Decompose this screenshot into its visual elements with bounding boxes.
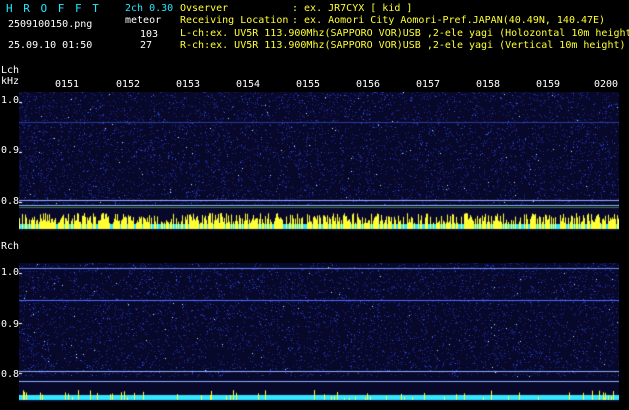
lch-freq-tick: 0.9 xyxy=(1,145,20,156)
lch-label: Lch xyxy=(1,65,20,76)
rch-freq-tick: 0.9 xyxy=(1,319,20,330)
rch-receiver-info: R-ch:ex. UV5R 113.900Mhz(SAPPORO VOR)USB… xyxy=(180,40,626,51)
time-tick-label: 0155 xyxy=(296,79,321,90)
lch-freq-tick: 1.0 xyxy=(1,95,20,106)
rch-freq-tick: 0.8 xyxy=(1,369,20,380)
rch-spectrogram xyxy=(19,263,619,402)
time-tick-label: 0200 xyxy=(594,79,619,90)
time-tick-label: 0156 xyxy=(356,79,381,90)
rch-freq-tick: 1.0 xyxy=(1,267,20,278)
observer-label: Ovserver xyxy=(180,3,229,14)
lch-spectrogram xyxy=(19,92,619,231)
rch-spectrogram-canvas xyxy=(19,263,619,402)
time-tick-label: 0154 xyxy=(236,79,261,90)
time-tick-label: 0153 xyxy=(176,79,201,90)
time-tick-label: 0158 xyxy=(476,79,501,90)
observer-value: : ex. JR7CYX [ kid ] xyxy=(292,3,413,14)
location-value: : ex. Aomori City Aomori-Pref.JAPAN(40.4… xyxy=(292,15,606,26)
rch-meteor-count: 27 xyxy=(140,40,153,51)
lch-meteor-count: 103 xyxy=(140,29,159,40)
lch-freq-tick: 0.8 xyxy=(1,196,20,207)
time-tick-label: 0157 xyxy=(416,79,441,90)
app-version: 2ch 0.30 xyxy=(125,3,174,14)
filename: 2509100150.png xyxy=(8,19,93,30)
lch-spectrogram-canvas xyxy=(19,92,619,231)
location-label: Receiving Location xyxy=(180,15,289,26)
app-title: H R O F F T xyxy=(6,2,101,15)
lch-receiver-info: L-ch:ex. UV5R 113.900Mhz(SAPPORO VOR)USB… xyxy=(180,28,629,39)
datetime: 25.09.10 01:50 xyxy=(8,40,93,51)
meteor-label: meteor xyxy=(125,15,162,26)
rch-label: Rch xyxy=(1,241,20,252)
time-tick-label: 0151 xyxy=(55,79,80,90)
time-tick-label: 0159 xyxy=(536,79,561,90)
lch-unit: kHz xyxy=(1,76,20,87)
time-tick-label: 0152 xyxy=(116,79,141,90)
